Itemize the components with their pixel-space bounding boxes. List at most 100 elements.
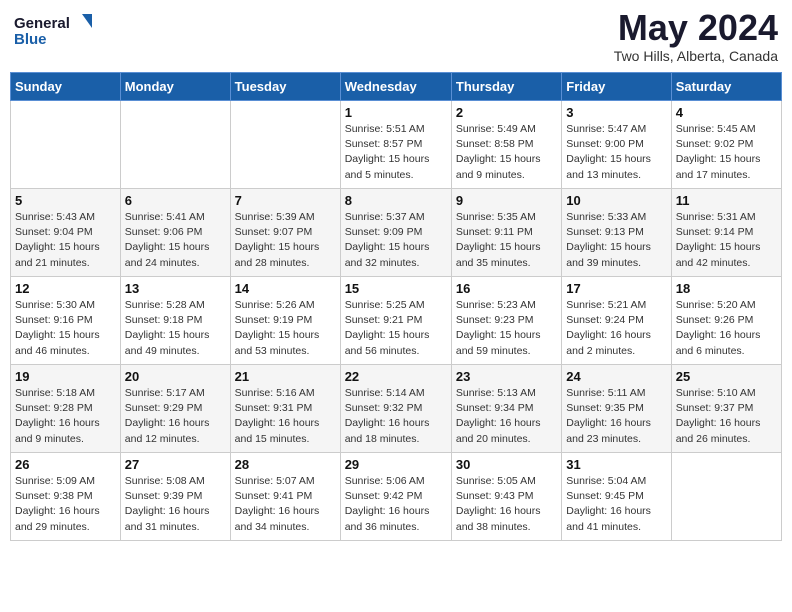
svg-text:General: General: [14, 15, 70, 32]
day-number: 23: [456, 369, 557, 384]
location: Two Hills, Alberta, Canada: [614, 48, 778, 64]
day-number: 27: [125, 457, 226, 472]
calendar-cell: 2 Sunrise: 5:49 AM Sunset: 8:58 PM Daylig…: [451, 101, 561, 189]
day-info: Sunrise: 5:10 AM Sunset: 9:37 PM Dayligh…: [676, 386, 777, 447]
day-info: Sunrise: 5:07 AM Sunset: 9:41 PM Dayligh…: [235, 474, 336, 535]
calendar-cell: 7Sunrise: 5:39 AM Sunset: 9:07 PM Daylig…: [230, 189, 340, 277]
day-info: Sunrise: 5:04 AM Sunset: 9:45 PM Dayligh…: [566, 474, 666, 535]
calendar-cell: 6Sunrise: 5:41 AM Sunset: 9:06 PM Daylig…: [120, 189, 230, 277]
day-info: Sunrise: 5:49 AM Sunset: 8:58 PM Dayligh…: [456, 122, 557, 183]
calendar-cell: 22 Sunrise: 5:14 AM Sunset: 9:32 PM Dayli…: [340, 365, 451, 453]
calendar-header-row: SundayMondayTuesdayWednesdayThursdayFrid…: [11, 73, 782, 101]
day-info: Sunrise: 5:21 AM Sunset: 9:24 PM Dayligh…: [566, 298, 666, 359]
calendar-week-row: 1 Sunrise: 5:51 AM Sunset: 8:57 PM Daylig…: [11, 101, 782, 189]
day-number: 25: [676, 369, 777, 384]
calendar-day-header: Thursday: [451, 73, 561, 101]
day-info: Sunrise: 5:30 AM Sunset: 9:16 PM Dayligh…: [15, 298, 116, 359]
day-number: 3: [566, 105, 666, 120]
calendar-week-row: 5Sunrise: 5:43 AM Sunset: 9:04 PM Daylig…: [11, 189, 782, 277]
day-number: 31: [566, 457, 666, 472]
day-number: 17: [566, 281, 666, 296]
calendar-cell: 5Sunrise: 5:43 AM Sunset: 9:04 PM Daylig…: [11, 189, 121, 277]
day-number: 22: [345, 369, 447, 384]
day-number: 28: [235, 457, 336, 472]
day-number: 29: [345, 457, 447, 472]
day-info: Sunrise: 5:16 AM Sunset: 9:31 PM Dayligh…: [235, 386, 336, 447]
day-number: 26: [15, 457, 116, 472]
calendar-cell: 8 Sunrise: 5:37 AM Sunset: 9:09 PM Daylig…: [340, 189, 451, 277]
day-info: Sunrise: 5:45 AM Sunset: 9:02 PM Dayligh…: [676, 122, 777, 183]
day-info: Sunrise: 5:06 AM Sunset: 9:42 PM Dayligh…: [345, 474, 447, 535]
day-info: Sunrise: 5:17 AM Sunset: 9:29 PM Dayligh…: [125, 386, 226, 447]
calendar-cell: 24Sunrise: 5:11 AM Sunset: 9:35 PM Dayli…: [562, 365, 671, 453]
day-number: 16: [456, 281, 557, 296]
day-info: Sunrise: 5:33 AM Sunset: 9:13 PM Dayligh…: [566, 210, 666, 271]
day-info: Sunrise: 5:20 AM Sunset: 9:26 PM Dayligh…: [676, 298, 777, 359]
day-number: 1: [345, 105, 447, 120]
calendar-cell: 12 Sunrise: 5:30 AM Sunset: 9:16 PM Dayli…: [11, 277, 121, 365]
day-number: 11: [676, 193, 777, 208]
day-number: 24: [566, 369, 666, 384]
calendar-cell: [230, 101, 340, 189]
calendar-cell: 9 Sunrise: 5:35 AM Sunset: 9:11 PM Daylig…: [451, 189, 561, 277]
day-number: 2: [456, 105, 557, 120]
calendar-cell: [671, 453, 781, 541]
day-number: 18: [676, 281, 777, 296]
day-info: Sunrise: 5:31 AM Sunset: 9:14 PM Dayligh…: [676, 210, 777, 271]
day-info: Sunrise: 5:25 AM Sunset: 9:21 PM Dayligh…: [345, 298, 447, 359]
calendar-cell: 16Sunrise: 5:23 AM Sunset: 9:23 PM Dayli…: [451, 277, 561, 365]
calendar-day-header: Sunday: [11, 73, 121, 101]
calendar-day-header: Monday: [120, 73, 230, 101]
calendar-cell: 4 Sunrise: 5:45 AM Sunset: 9:02 PM Daylig…: [671, 101, 781, 189]
calendar-cell: 26Sunrise: 5:09 AM Sunset: 9:38 PM Dayli…: [11, 453, 121, 541]
calendar-cell: 30Sunrise: 5:05 AM Sunset: 9:43 PM Dayli…: [451, 453, 561, 541]
calendar-cell: 13 Sunrise: 5:28 AM Sunset: 9:18 PM Dayli…: [120, 277, 230, 365]
day-number: 12: [15, 281, 116, 296]
day-number: 21: [235, 369, 336, 384]
day-info: Sunrise: 5:05 AM Sunset: 9:43 PM Dayligh…: [456, 474, 557, 535]
calendar-cell: 25 Sunrise: 5:10 AM Sunset: 9:37 PM Dayli…: [671, 365, 781, 453]
calendar-cell: 15 Sunrise: 5:25 AM Sunset: 9:21 PM Dayli…: [340, 277, 451, 365]
calendar-cell: 23 Sunrise: 5:13 AM Sunset: 9:34 PM Dayli…: [451, 365, 561, 453]
day-number: 14: [235, 281, 336, 296]
calendar-cell: 10Sunrise: 5:33 AM Sunset: 9:13 PM Dayli…: [562, 189, 671, 277]
day-info: Sunrise: 5:35 AM Sunset: 9:11 PM Dayligh…: [456, 210, 557, 271]
day-number: 4: [676, 105, 777, 120]
day-info: Sunrise: 5:51 AM Sunset: 8:57 PM Dayligh…: [345, 122, 447, 183]
calendar-cell: 18 Sunrise: 5:20 AM Sunset: 9:26 PM Dayli…: [671, 277, 781, 365]
logo: GeneralBlue: [14, 10, 94, 50]
day-info: Sunrise: 5:08 AM Sunset: 9:39 PM Dayligh…: [125, 474, 226, 535]
svg-text:Blue: Blue: [14, 31, 47, 48]
calendar-table: SundayMondayTuesdayWednesdayThursdayFrid…: [10, 72, 782, 541]
day-info: Sunrise: 5:13 AM Sunset: 9:34 PM Dayligh…: [456, 386, 557, 447]
day-info: Sunrise: 5:14 AM Sunset: 9:32 PM Dayligh…: [345, 386, 447, 447]
day-info: Sunrise: 5:41 AM Sunset: 9:06 PM Dayligh…: [125, 210, 226, 271]
calendar-day-header: Tuesday: [230, 73, 340, 101]
day-number: 13: [125, 281, 226, 296]
page-header: GeneralBlue May 2024 Two Hills, Alberta,…: [10, 10, 782, 64]
calendar-cell: 21 Sunrise: 5:16 AM Sunset: 9:31 PM Dayli…: [230, 365, 340, 453]
calendar-day-header: Wednesday: [340, 73, 451, 101]
calendar-cell: 17 Sunrise: 5:21 AM Sunset: 9:24 PM Dayli…: [562, 277, 671, 365]
day-number: 9: [456, 193, 557, 208]
day-info: Sunrise: 5:28 AM Sunset: 9:18 PM Dayligh…: [125, 298, 226, 359]
day-number: 5: [15, 193, 116, 208]
calendar-cell: 19 Sunrise: 5:18 AM Sunset: 9:28 PM Dayli…: [11, 365, 121, 453]
calendar-day-header: Friday: [562, 73, 671, 101]
logo-svg: GeneralBlue: [14, 10, 94, 50]
calendar-cell: 3Sunrise: 5:47 AM Sunset: 9:00 PM Daylig…: [562, 101, 671, 189]
calendar-cell: [120, 101, 230, 189]
calendar-cell: 14 Sunrise: 5:26 AM Sunset: 9:19 PM Dayli…: [230, 277, 340, 365]
day-number: 7: [235, 193, 336, 208]
day-number: 15: [345, 281, 447, 296]
calendar-cell: 27 Sunrise: 5:08 AM Sunset: 9:39 PM Dayli…: [120, 453, 230, 541]
day-info: Sunrise: 5:37 AM Sunset: 9:09 PM Dayligh…: [345, 210, 447, 271]
day-number: 19: [15, 369, 116, 384]
month-title: May 2024: [614, 10, 778, 46]
day-info: Sunrise: 5:18 AM Sunset: 9:28 PM Dayligh…: [15, 386, 116, 447]
calendar-cell: 29 Sunrise: 5:06 AM Sunset: 9:42 PM Dayli…: [340, 453, 451, 541]
day-info: Sunrise: 5:26 AM Sunset: 9:19 PM Dayligh…: [235, 298, 336, 359]
day-number: 8: [345, 193, 447, 208]
calendar-cell: 1 Sunrise: 5:51 AM Sunset: 8:57 PM Daylig…: [340, 101, 451, 189]
calendar-week-row: 26Sunrise: 5:09 AM Sunset: 9:38 PM Dayli…: [11, 453, 782, 541]
